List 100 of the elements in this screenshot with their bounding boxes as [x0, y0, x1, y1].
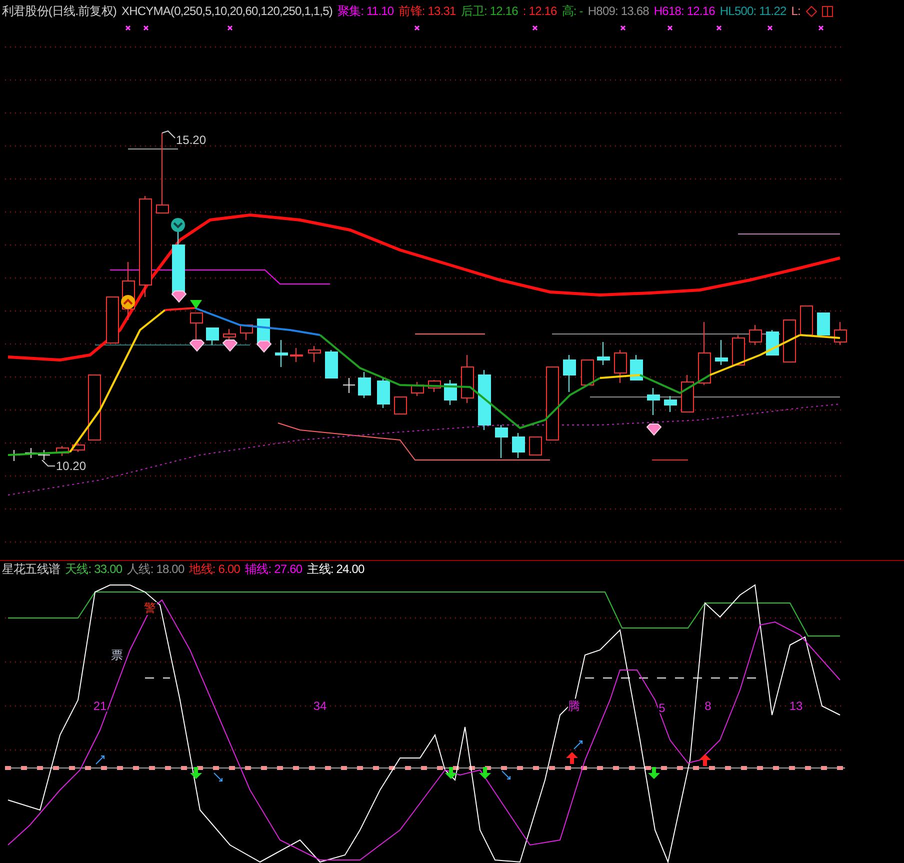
candlestick	[106, 296, 119, 344]
candlestick	[512, 432, 525, 458]
diamond-gem-icon	[222, 340, 238, 352]
candlestick	[749, 324, 762, 346]
down-chevron-icon	[171, 218, 185, 232]
candlestick	[597, 342, 610, 366]
candlestick	[783, 320, 796, 362]
cross-marker-icon	[767, 25, 773, 31]
candlestick	[834, 322, 847, 346]
window-icon[interactable]	[822, 6, 832, 16]
down-arrow-icon	[190, 767, 202, 779]
cross-marker-icon	[227, 25, 233, 31]
candlestick	[444, 380, 457, 406]
candlestick	[38, 450, 50, 460]
small-arrow-icon	[502, 770, 510, 780]
candlestick	[581, 360, 594, 386]
stock-title: 利君股份(日线.前复权)	[2, 2, 117, 20]
indicator-readout: L:	[791, 4, 800, 18]
cross-marker-icon	[532, 25, 538, 31]
candlestick	[698, 322, 711, 386]
candlestick	[800, 306, 813, 336]
candlestick	[172, 230, 185, 296]
candlestick	[614, 350, 627, 384]
signal-label: 5	[658, 701, 666, 715]
up-arrow-icon	[699, 754, 711, 766]
down-arrow-icon	[648, 767, 660, 779]
indicator-readout: 聚集: 11.10	[337, 2, 394, 20]
indicator-readout: 地线: 6.00	[189, 561, 240, 578]
signal-label: 21	[93, 699, 107, 713]
up-arrow-icon	[566, 752, 578, 764]
cross-marker-icon	[125, 25, 131, 31]
candlestick	[630, 354, 643, 380]
diamond-icon[interactable]	[806, 6, 816, 16]
candlestick	[275, 340, 288, 368]
candlestick	[342, 378, 356, 394]
signal-label: 34	[313, 699, 327, 713]
cross-marker-icon	[620, 25, 626, 31]
small-arrow-icon	[214, 772, 222, 782]
pointer-line	[162, 130, 176, 138]
cross-marker-icon	[414, 25, 420, 31]
high-price-label: 15.20	[176, 133, 206, 147]
candlestick	[206, 328, 219, 346]
cross-marker-icon	[667, 25, 673, 31]
diamond-gem-icon	[171, 290, 187, 303]
candlestick	[290, 348, 303, 362]
signal-label: 13	[789, 699, 803, 713]
candlestick	[529, 436, 542, 456]
candlestick	[72, 442, 85, 452]
candlestick	[88, 374, 101, 440]
indicator-readout: H809: 13.68	[588, 4, 649, 18]
candlestick	[377, 378, 390, 408]
down-arrow-icon	[479, 767, 491, 779]
down-arrow-icon	[445, 767, 457, 779]
candlestick	[478, 370, 491, 430]
small-arrow-icon	[96, 756, 104, 764]
signal-label: 腾	[568, 699, 580, 713]
indicator-readout: H618: 12.16	[654, 4, 715, 18]
candlestick	[428, 380, 441, 392]
candlestick	[394, 396, 407, 414]
indicator-readout: 后卫: 12.16	[460, 2, 518, 20]
level-line	[128, 148, 178, 150]
candlestick	[715, 340, 728, 366]
indicator-readout: 主线: 24.00	[307, 561, 364, 578]
candlestick	[681, 374, 694, 412]
candlestick	[766, 330, 779, 356]
indicator-readout: 人线: 18.00	[127, 561, 184, 578]
small-arrow-icon	[574, 740, 582, 750]
signal-label: 票	[111, 648, 123, 662]
cross-marker-icon	[143, 25, 149, 31]
candlestick	[664, 396, 677, 412]
candlestick	[817, 312, 830, 336]
candlestick	[240, 324, 253, 340]
diamond-gem-icon	[646, 424, 662, 436]
pointer-line	[42, 460, 56, 466]
diamond-gem-icon	[189, 340, 205, 352]
candlestick	[56, 446, 69, 456]
cross-marker-icon	[716, 25, 722, 31]
candlestick	[325, 350, 338, 378]
candlestick	[563, 354, 576, 392]
indicator-readout: HL500: 11.22	[720, 4, 786, 18]
candlestick	[308, 346, 321, 362]
cross-marker-icon	[818, 25, 824, 31]
down-triangle-icon	[190, 300, 202, 309]
candlestick	[495, 424, 508, 458]
indicator-readout: 高: -	[562, 2, 583, 20]
candlestick	[461, 354, 474, 404]
indicator-readout: 前锋: 13.31	[398, 2, 456, 20]
candlestick	[732, 334, 745, 366]
signal-label: 8	[704, 699, 712, 713]
sub-indicator-title: 星花五线谱	[2, 561, 60, 578]
candlestick	[411, 382, 424, 396]
indicator-readout: 天线: 33.00	[65, 561, 122, 578]
low-price-label: 10.20	[56, 459, 86, 473]
indicator-readout: : 12.16	[522, 4, 557, 18]
up-chevron-icon	[121, 295, 135, 309]
candlestick	[358, 372, 371, 398]
indicator-readout: 辅线: 27.60	[245, 561, 302, 578]
candlestick	[647, 388, 660, 416]
diamond-gem-icon	[256, 340, 272, 353]
indicator-name: XHCYMA(0,250,5,10,20,60,120,250,1,1,5)	[122, 4, 332, 18]
